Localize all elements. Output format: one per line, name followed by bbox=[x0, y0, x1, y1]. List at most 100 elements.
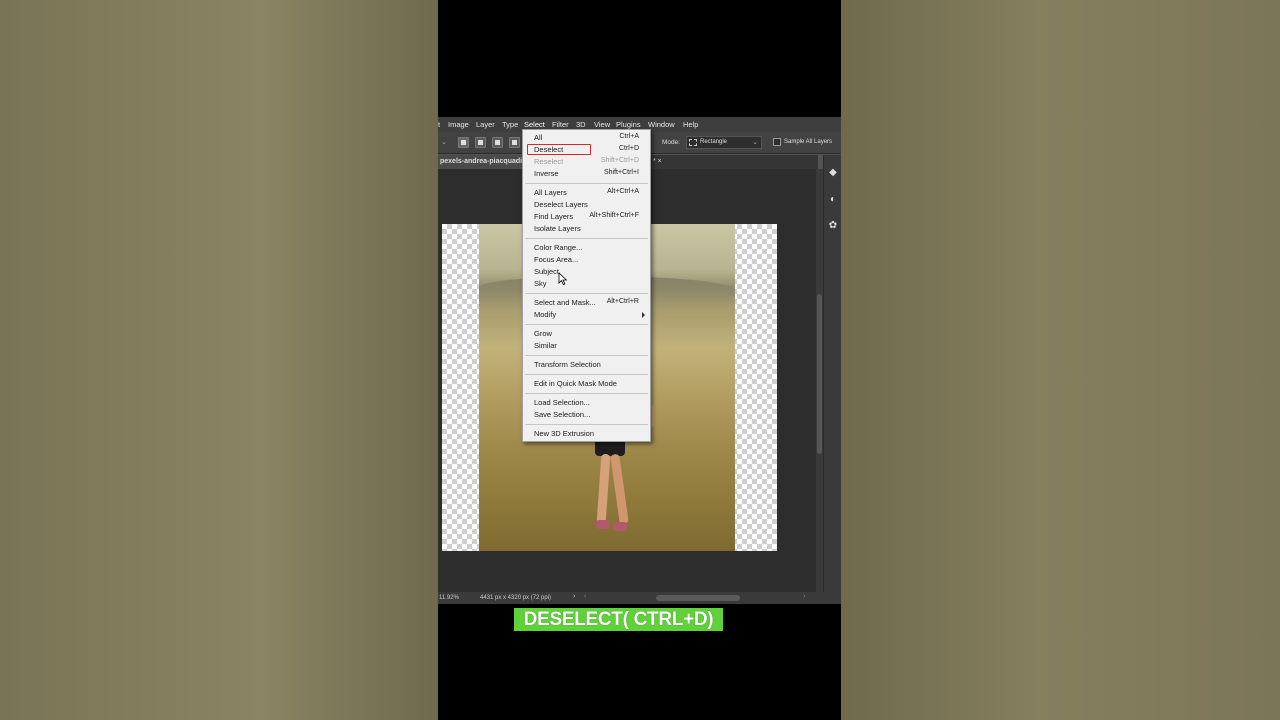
menu-separator bbox=[525, 183, 648, 184]
runner-shoe-left bbox=[596, 520, 610, 529]
menu-item-all-layers[interactable]: All Layers Alt+Ctrl+A bbox=[523, 187, 650, 199]
menu-type[interactable]: Type bbox=[502, 120, 518, 129]
menu-item-isolate-layers[interactable]: Isolate Layers bbox=[523, 223, 650, 235]
photoshop-window: t Image Layer Type Select Filter 3D View… bbox=[438, 117, 841, 604]
document-tab[interactable]: pexels-andrea-piacquadi bbox=[438, 155, 527, 169]
menu-item-transform-selection[interactable]: Transform Selection bbox=[523, 359, 650, 371]
menu-separator bbox=[525, 293, 648, 294]
mode-label: Mode: bbox=[662, 139, 681, 146]
menu-item-label: Find Layers bbox=[534, 212, 574, 221]
subtract-from-selection-icon[interactable] bbox=[492, 137, 503, 148]
menu-plugins[interactable]: Plugins bbox=[616, 120, 641, 129]
menu-item-find-layers[interactable]: Find Layers Alt+Shift+Ctrl+F bbox=[523, 211, 650, 223]
runner-leg-right bbox=[610, 453, 629, 525]
select-menu-dropdown: All Ctrl+A Deselect Ctrl+D Reselect Shift+C… bbox=[522, 129, 651, 442]
vertical-video: t Image Layer Type Select Filter 3D View… bbox=[438, 0, 841, 720]
menu-item-focus-area[interactable]: Focus Area... bbox=[523, 254, 650, 266]
menu-image[interactable]: Image bbox=[448, 120, 469, 129]
sample-all-layers-label: Sample All Layers bbox=[784, 139, 833, 145]
submenu-arrow-icon bbox=[642, 312, 645, 318]
adjustments-icon[interactable]: ◐ bbox=[828, 195, 838, 205]
menu-item-similar[interactable]: Similar bbox=[523, 340, 650, 352]
menu-item-save-selection[interactable]: Save Selection... bbox=[523, 409, 650, 421]
menu-window[interactable]: Window bbox=[648, 120, 675, 129]
menu-item-label: All Layers bbox=[534, 188, 567, 197]
deselect-highlight-box bbox=[527, 144, 591, 155]
menu-separator bbox=[525, 374, 648, 375]
menu-item-label: Load Selection... bbox=[534, 398, 590, 407]
mode-value: Rectangle bbox=[700, 139, 728, 145]
menu-item-label: Select and Mask... bbox=[534, 298, 596, 307]
menu-item-label: All bbox=[534, 133, 543, 142]
menu-select[interactable]: Select bbox=[524, 120, 545, 129]
menu-item-shortcut: Ctrl+A bbox=[619, 133, 639, 140]
menu-item-label: Subject bbox=[534, 267, 560, 276]
menu-item-inverse[interactable]: Inverse Shift+Ctrl+I bbox=[523, 168, 650, 180]
menu-item-reselect[interactable]: Reselect Shift+Ctrl+D bbox=[523, 156, 650, 168]
menu-item-subject[interactable]: Subject bbox=[523, 266, 650, 278]
menu-item-label: Transform Selection bbox=[534, 360, 601, 369]
menu-view[interactable]: View bbox=[594, 120, 610, 129]
chevron-down-icon: ⌄ bbox=[752, 139, 758, 146]
menu-item-select-and-mask[interactable]: Select and Mask... Alt+Ctrl+R bbox=[523, 297, 650, 309]
mouse-cursor-icon bbox=[558, 272, 568, 286]
menu-item-label: New 3D Extrusion bbox=[534, 429, 595, 438]
menu-item-grow[interactable]: Grow bbox=[523, 328, 650, 340]
menu-item-shortcut: Ctrl+D bbox=[618, 145, 639, 152]
menu-item-label: Grow bbox=[534, 329, 552, 338]
chevron-right-icon[interactable]: › bbox=[573, 593, 575, 600]
menu-help[interactable]: Help bbox=[683, 120, 698, 129]
sample-all-layers-checkbox[interactable] bbox=[773, 138, 781, 146]
mode-select[interactable]: Rectangle ⌄ bbox=[686, 136, 762, 149]
status-bar: 11.92% 4431 px x 4320 px (72 ppi) › ‹ › bbox=[438, 592, 841, 604]
intersect-selection-icon[interactable] bbox=[509, 137, 520, 148]
menu-item-modify[interactable]: Modify bbox=[523, 309, 650, 321]
new-selection-icon[interactable] bbox=[458, 137, 469, 148]
menu-item-label: Similar bbox=[534, 341, 557, 350]
menu-file-partial[interactable]: t bbox=[438, 120, 440, 129]
libraries-icon[interactable]: ✿ bbox=[828, 221, 838, 231]
menu-separator bbox=[525, 424, 648, 425]
tutorial-caption: DESELECT( CTRL+D) bbox=[514, 608, 723, 631]
menu-item-shortcut: Alt+Shift+Ctrl+F bbox=[589, 212, 639, 219]
video-frame: t Image Layer Type Select Filter 3D View… bbox=[0, 0, 1280, 720]
menu-3d[interactable]: 3D bbox=[576, 120, 586, 129]
menu-item-label: Deselect Layers bbox=[534, 200, 588, 209]
menu-item-shortcut: Shift+Ctrl+I bbox=[603, 169, 639, 176]
scroll-right-icon[interactable]: › bbox=[803, 593, 805, 600]
horizontal-scrollbar-thumb[interactable] bbox=[656, 595, 740, 601]
menu-separator bbox=[525, 238, 648, 239]
menu-layer[interactable]: Layer bbox=[476, 120, 495, 129]
menu-item-deselect-layers[interactable]: Deselect Layers bbox=[523, 199, 650, 211]
menu-item-color-range[interactable]: Color Range... bbox=[523, 242, 650, 254]
blurred-background-right bbox=[841, 0, 1280, 720]
scrollbar-thumb[interactable] bbox=[817, 294, 822, 454]
menu-item-load-selection[interactable]: Load Selection... bbox=[523, 397, 650, 409]
menu-separator bbox=[525, 324, 648, 325]
blurred-background-left bbox=[0, 0, 438, 720]
right-panel-dock: ◆ ◐ ✿ bbox=[823, 155, 841, 593]
menu-item-sky[interactable]: Sky bbox=[523, 278, 650, 290]
menu-item-label: Sky bbox=[534, 279, 547, 288]
layers-icon[interactable]: ◆ bbox=[828, 168, 838, 178]
chevron-down-icon[interactable]: ⌄ bbox=[441, 138, 447, 146]
document-tab-close[interactable]: * × bbox=[653, 158, 662, 165]
rectangle-icon bbox=[689, 139, 697, 146]
vertical-scrollbar[interactable] bbox=[816, 169, 823, 593]
menu-item-all[interactable]: All Ctrl+A bbox=[523, 132, 650, 144]
menu-item-new-3d-extrusion[interactable]: New 3D Extrusion bbox=[523, 428, 650, 440]
menu-item-shortcut: Alt+Ctrl+A bbox=[607, 188, 639, 195]
menu-item-label: Modify bbox=[534, 310, 557, 319]
zoom-level[interactable]: 11.92% bbox=[439, 595, 459, 601]
document-tab-title: pexels-andrea-piacquadi bbox=[440, 158, 523, 165]
menu-item-label: Save Selection... bbox=[534, 410, 591, 419]
menu-filter[interactable]: Filter bbox=[552, 120, 569, 129]
scroll-left-icon[interactable]: ‹ bbox=[584, 593, 586, 600]
document-info[interactable]: 4431 px x 4320 px (72 ppi) bbox=[480, 595, 551, 601]
menu-item-quick-mask-mode[interactable]: Edit in Quick Mask Mode bbox=[523, 378, 650, 390]
runner-shoe-right bbox=[613, 522, 627, 531]
add-to-selection-icon[interactable] bbox=[475, 137, 486, 148]
menu-item-shortcut: Shift+Ctrl+D bbox=[600, 157, 639, 164]
menu-item-label: Isolate Layers bbox=[534, 224, 581, 233]
menu-item-label: Edit in Quick Mask Mode bbox=[534, 379, 617, 388]
